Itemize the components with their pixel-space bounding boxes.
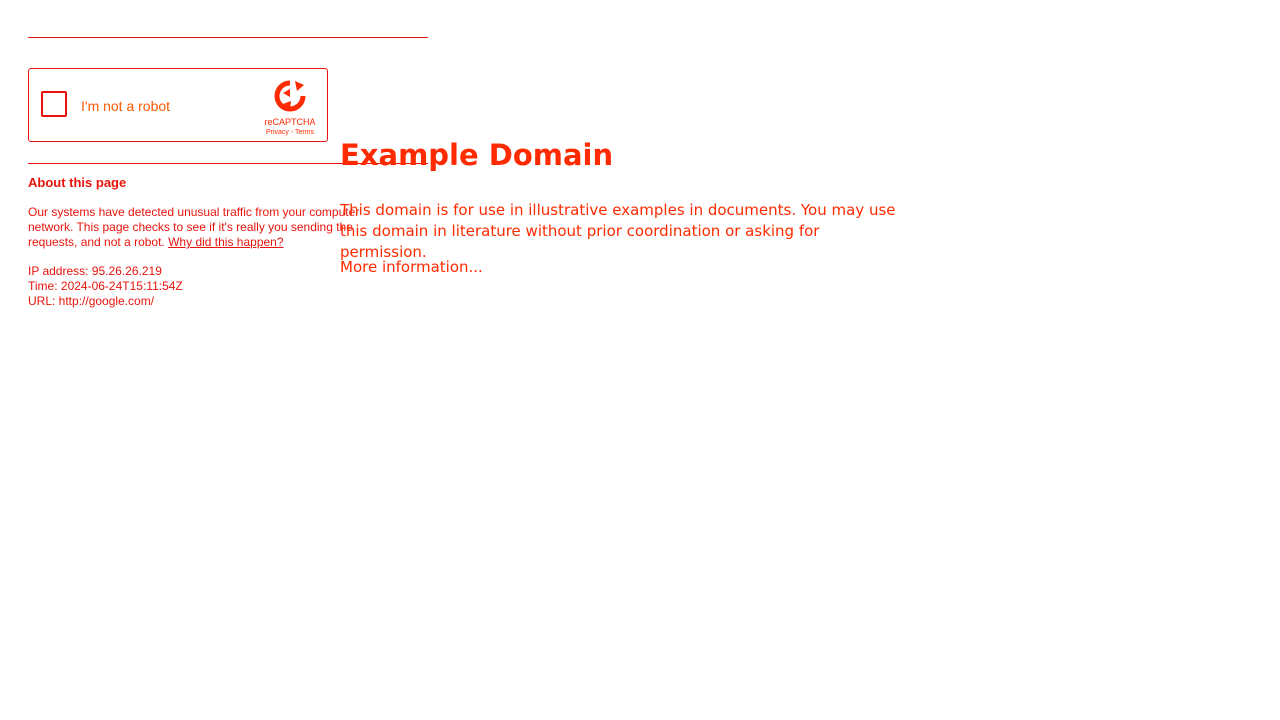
request-info: IP address: 95.26.26.219 Time: 2024-06-2… [28,264,183,309]
recaptcha-links: Privacy - Terms [255,129,325,136]
recaptcha-brand: reCAPTCHA [264,117,316,127]
about-text: Our systems have detected unusual traffi… [28,205,393,250]
more-information-link[interactable]: More information... [340,258,483,276]
ip-address: IP address: 95.26.26.219 [28,264,162,278]
recaptcha-logo-icon [274,80,306,112]
page-title: Example Domain [340,138,614,172]
recaptcha-widget: I'm not a robot reCAPTCHA Privacy - Term… [28,68,328,142]
terms-link[interactable]: Terms [295,129,314,136]
recaptcha-checkbox[interactable] [41,91,67,117]
timestamp: Time: 2024-06-24T15:11:54Z [28,279,183,293]
recaptcha-label: I'm not a robot [81,98,171,114]
why-link[interactable]: Why did this happen? [168,235,283,249]
domain-description: This domain is for use in illustrative e… [340,201,896,261]
about-title: About this page [28,175,127,190]
request-url: URL: http://google.com/ [28,294,155,308]
top-divider [28,37,428,38]
privacy-link[interactable]: Privacy [266,129,289,136]
